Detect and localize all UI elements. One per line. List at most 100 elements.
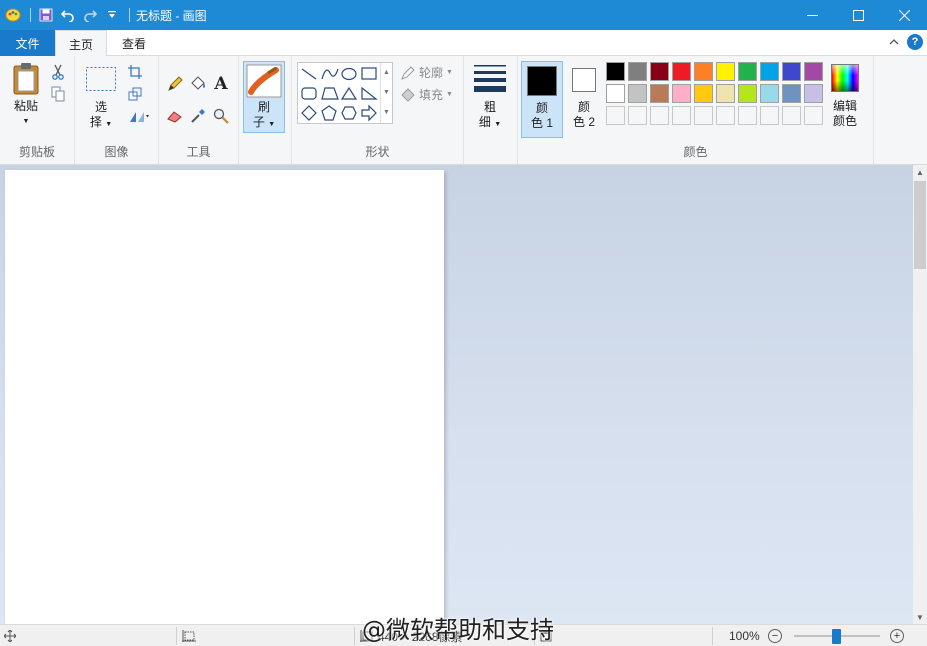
palette-swatch[interactable] — [782, 62, 801, 81]
shape-pentagon-icon — [321, 105, 337, 121]
palette-custom-slot[interactable] — [606, 106, 625, 125]
palette-swatch[interactable] — [738, 62, 757, 81]
fill-button[interactable]: 填充 ▼ — [400, 86, 453, 103]
zoom-in-button[interactable]: + — [890, 629, 904, 643]
canvas-workspace — [0, 165, 913, 624]
chevron-down-icon: ▼ — [446, 91, 453, 98]
zoom-slider-thumb[interactable] — [832, 629, 841, 644]
status-divider — [176, 627, 177, 645]
magnifier-icon[interactable] — [211, 106, 231, 126]
shape-arrow-right-icon — [361, 104, 377, 122]
color2-button[interactable]: 颜 色 2 — [566, 61, 602, 138]
tab-home[interactable]: 主页 — [55, 30, 107, 57]
tools-group: A 工具 — [159, 56, 239, 164]
palette-swatch[interactable] — [650, 62, 669, 81]
shapes-gallery[interactable] — [297, 62, 393, 124]
save-icon[interactable] — [35, 0, 57, 30]
window-controls — [789, 0, 927, 30]
palette-swatch[interactable] — [672, 62, 691, 81]
maximize-button[interactable] — [835, 0, 881, 30]
resize-icon[interactable] — [125, 84, 145, 104]
edit-colors-icon — [831, 64, 859, 92]
brushes-button[interactable]: 刷 子 ▼ — [243, 61, 285, 133]
size-button[interactable]: 粗 细 ▼ — [471, 64, 509, 132]
palette-custom-slot[interactable] — [782, 106, 801, 125]
crop-icon[interactable] — [125, 62, 145, 82]
customize-toolbar-dropdown-icon[interactable] — [101, 0, 123, 30]
fill-bucket-icon[interactable] — [188, 74, 208, 94]
select-label-1: 选 — [94, 100, 107, 114]
tab-view[interactable]: 查看 — [107, 30, 161, 57]
color-picker-icon[interactable] — [188, 106, 208, 126]
palette-swatch[interactable] — [628, 84, 647, 103]
paint-app-icon[interactable] — [2, 0, 24, 30]
scroll-down-icon[interactable]: ▼ — [381, 83, 392, 103]
shapes-gallery-scroll[interactable]: ▲ ▼ ▼ — [380, 63, 392, 123]
text-tool-icon[interactable]: A — [211, 74, 231, 94]
brushes-group: 刷 子 ▼ — [239, 56, 292, 164]
outline-button[interactable]: 轮廓 ▼ — [400, 64, 453, 81]
redo-icon[interactable] — [79, 0, 101, 30]
cursor-position-icon — [4, 630, 16, 642]
palette-swatch[interactable] — [782, 84, 801, 103]
shape-oval-icon — [341, 67, 357, 81]
palette-custom-slot[interactable] — [804, 106, 823, 125]
palette-swatch[interactable] — [606, 84, 625, 103]
palette-custom-slot[interactable] — [716, 106, 735, 125]
help-icon[interactable]: ? — [907, 34, 923, 50]
vertical-scrollbar[interactable]: ▲ ▼ — [913, 165, 927, 624]
outline-label: 轮廓 — [419, 66, 444, 80]
color2-label-1: 颜 — [577, 100, 590, 114]
scroll-up-icon[interactable]: ▲ — [381, 63, 392, 83]
palette-swatch[interactable] — [628, 62, 647, 81]
palette-swatch[interactable] — [650, 84, 669, 103]
color1-button[interactable]: 颜 色 1 — [521, 61, 563, 138]
cut-icon[interactable] — [48, 62, 68, 82]
undo-icon[interactable] — [57, 0, 79, 30]
shape-line-icon — [301, 68, 317, 80]
expand-gallery-icon[interactable]: ▼ — [381, 103, 392, 123]
palette-custom-slot[interactable] — [760, 106, 779, 125]
palette-swatch[interactable] — [716, 62, 735, 81]
palette-custom-slot[interactable] — [650, 106, 669, 125]
palette-custom-slot[interactable] — [628, 106, 647, 125]
shape-diamond-icon — [301, 105, 317, 121]
chevron-down-icon: ▼ — [105, 121, 113, 128]
drawing-canvas[interactable] — [5, 170, 444, 624]
scroll-up-arrow[interactable]: ▲ — [913, 165, 927, 179]
pencil-icon[interactable] — [165, 74, 185, 94]
line-width-icon — [474, 65, 506, 92]
chevron-down-icon: ▼ — [446, 69, 453, 76]
palette-swatch[interactable] — [716, 84, 735, 103]
palette-swatch[interactable] — [694, 62, 713, 81]
paste-button[interactable]: 粘贴 ▼ — [6, 62, 46, 129]
size-label-1: 粗 — [483, 100, 496, 114]
rotate-icon[interactable] — [125, 106, 153, 126]
palette-swatch[interactable] — [804, 62, 823, 81]
copy-icon[interactable] — [48, 84, 68, 104]
shape-hexagon-icon — [341, 106, 357, 120]
eraser-icon[interactable] — [165, 106, 185, 126]
collapse-ribbon-icon[interactable] — [889, 35, 899, 49]
scroll-down-arrow[interactable]: ▼ — [913, 610, 927, 624]
palette-swatch[interactable] — [694, 84, 713, 103]
zoom-out-button[interactable]: − — [768, 629, 782, 643]
palette-custom-slot[interactable] — [738, 106, 757, 125]
palette-swatch[interactable] — [738, 84, 757, 103]
palette-swatch[interactable] — [804, 84, 823, 103]
colors-group: 颜 色 1 颜 色 2 编辑 颜色 颜色 — [518, 56, 874, 164]
edit-colors-button[interactable]: 编辑 颜色 — [826, 64, 864, 129]
scrollbar-thumb[interactable] — [914, 181, 926, 269]
close-button[interactable] — [881, 0, 927, 30]
quick-access-toolbar: 无标题 - 画图 — [0, 0, 207, 30]
palette-swatch[interactable] — [672, 84, 691, 103]
palette-swatch[interactable] — [606, 62, 625, 81]
shape-rectangle-icon — [361, 67, 377, 80]
palette-custom-slot[interactable] — [672, 106, 691, 125]
palette-custom-slot[interactable] — [694, 106, 713, 125]
tab-file[interactable]: 文件 — [0, 30, 55, 56]
palette-swatch[interactable] — [760, 84, 779, 103]
palette-swatch[interactable] — [760, 62, 779, 81]
minimize-button[interactable] — [789, 0, 835, 30]
select-button[interactable]: 选 择 ▼ — [83, 66, 119, 132]
